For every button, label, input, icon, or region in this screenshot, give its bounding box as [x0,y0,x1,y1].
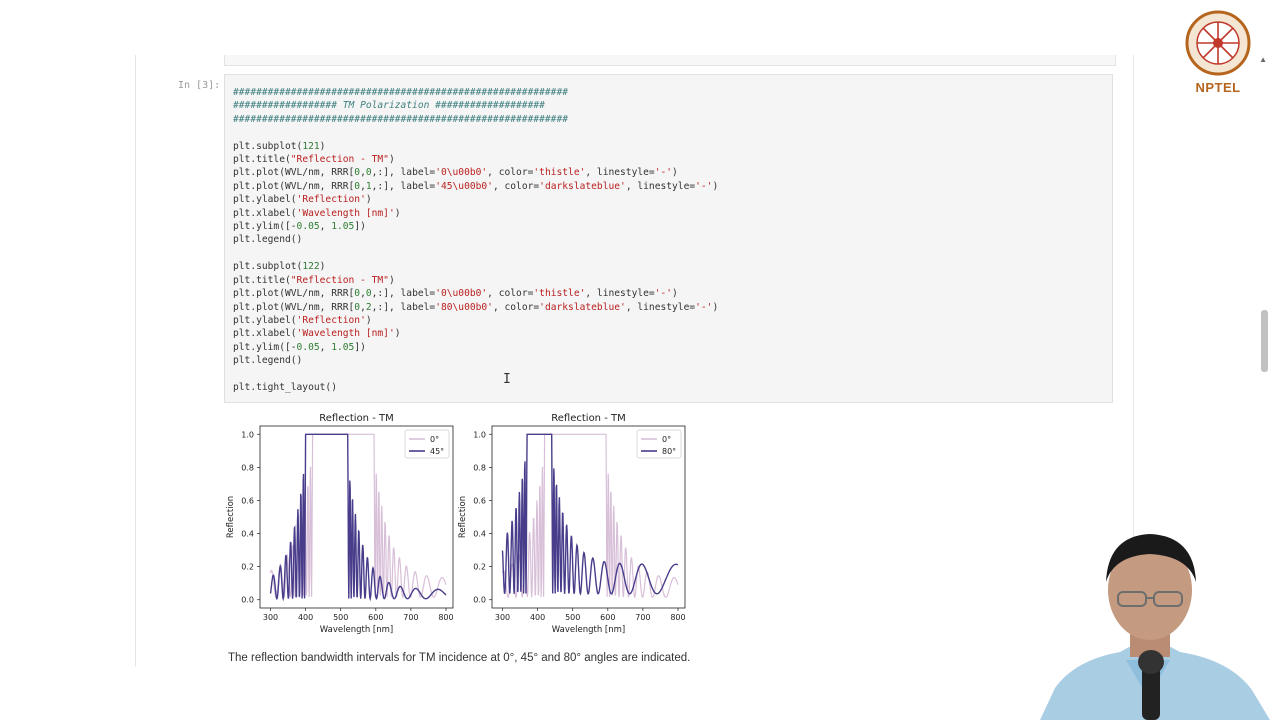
y-tick-label: 1.0 [241,430,254,439]
x-tick-label: 700 [635,613,650,622]
y-tick-label: 0.2 [241,563,254,572]
y-tick-label: 0.8 [473,463,486,472]
y-axis-label: Reflection [458,496,468,538]
scrollbar-thumb[interactable] [1261,310,1268,372]
x-tick-label: 300 [495,613,510,622]
code-line: ########################################… [233,87,569,98]
x-tick-label: 500 [333,613,348,622]
code-line: plt.plot(WVL/nm, RRR[0,1,:], label='45\u… [233,180,719,192]
plot-figure: Reflection - TM 300 400 500 600 700 800 0.0 0.2 0… [226,413,686,635]
cell-prompt: In [3]: [178,80,221,91]
y-tick-label: 0.6 [241,496,254,505]
y-tick-label: 0.0 [473,596,486,605]
x-axis-label: Wavelength [nm] [552,625,625,635]
code-line: plt.legend() [233,355,303,367]
code-line: ################## TM Polarization #####… [233,100,545,112]
nptel-logo: NPTEL [1180,8,1256,98]
markdown-caption: The reflection bandwidth intervals for T… [228,652,691,664]
code-line: plt.plot(WVL/nm, RRR[0,0,:], label='0\u0… [233,167,678,179]
x-axis-label: Wavelength [nm] [320,625,393,635]
previous-cell-edge [224,55,1116,66]
legend-label: 80° [662,447,676,456]
chart-title: Reflection - TM [319,413,393,424]
text-cursor-icon: I [503,372,511,387]
legend-label: 45° [430,447,444,456]
code-editor[interactable]: ########################################… [233,86,718,394]
code-line: plt.legend() [233,234,303,246]
y-axis-label: Reflection [226,496,236,538]
x-tick-label: 500 [565,613,580,622]
cell-output: Reflection - TM 300 400 500 600 700 800 0.0 0.2 0… [224,406,704,638]
x-tick-label: 600 [600,613,615,622]
x-tick-label: 700 [403,613,418,622]
code-line: plt.title("Reflection - TM") [233,154,395,166]
code-line: plt.title("Reflection - TM") [233,274,395,286]
legend-label: 0° [662,435,671,444]
code-cell[interactable]: ########################################… [224,74,1113,403]
notebook-left-border [135,55,136,667]
x-tick-label: 400 [298,613,313,622]
y-tick-label: 0.6 [473,496,486,505]
code-line: plt.tight_layout() [233,381,337,393]
code-line: plt.xlabel('Wavelength [nm]') [233,207,401,219]
x-tick-label: 800 [670,613,685,622]
chart-title: Reflection - TM [551,413,625,424]
nptel-logo-text: NPTEL [1195,80,1241,95]
y-tick-label: 0.4 [473,530,486,539]
code-line: plt.plot(WVL/nm, RRR[0,2,:], label='80\u… [233,301,719,313]
x-tick-label: 600 [368,613,383,622]
y-tick-label: 1.0 [473,430,486,439]
nptel-emblem-icon [1185,10,1251,76]
code-line: plt.ylim([-0.05, 1.05]) [233,341,366,353]
code-line: plt.plot(WVL/nm, RRR[0,0,:], label='0\u0… [233,288,678,300]
x-tick-label: 800 [438,613,453,622]
y-tick-label: 0.2 [473,563,486,572]
presenter-video [1030,520,1280,720]
code-line: plt.ylim([-0.05, 1.05]) [233,221,366,233]
x-tick-label: 300 [263,613,278,622]
code-line: plt.ylabel('Reflection') [233,314,372,326]
y-tick-label: 0.4 [241,530,254,539]
scroll-up-arrow-icon[interactable]: ▲ [1259,55,1267,64]
y-tick-label: 0.8 [241,463,254,472]
code-line: plt.ylabel('Reflection') [233,194,372,206]
code-line: plt.subplot(121) [233,140,326,152]
y-tick-label: 0.0 [241,596,254,605]
x-tick-label: 400 [530,613,545,622]
legend-label: 0° [430,435,439,444]
code-line: ########################################… [233,113,569,125]
code-line: plt.xlabel('Wavelength [nm]') [233,328,401,340]
code-line: plt.subplot(122) [233,261,326,273]
